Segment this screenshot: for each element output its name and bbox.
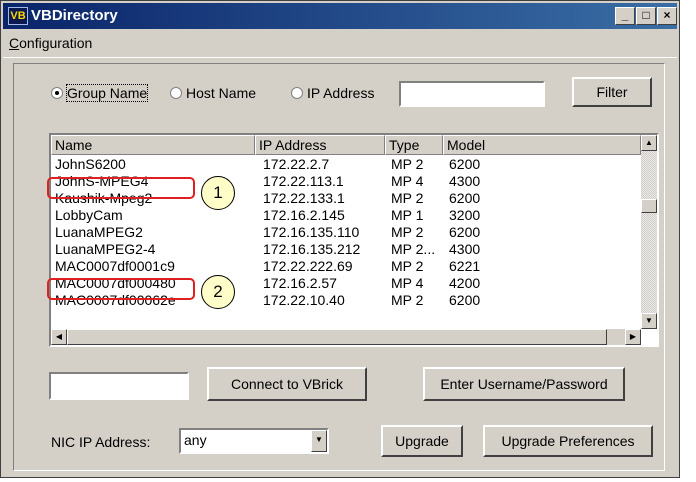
scroll-up-icon[interactable]: ▲ <box>641 135 657 151</box>
table-cell: 6200 <box>449 224 481 240</box>
table-cell: MP 2 <box>391 224 424 240</box>
table-cell: 172.22.2.7 <box>263 156 330 172</box>
vertical-scrollbar[interactable]: ▲ ▼ <box>641 135 657 329</box>
window-title: VBDirectory <box>31 7 118 24</box>
radio-label: Group Name <box>65 84 149 102</box>
radio-label: IP Address <box>307 85 375 101</box>
table-cell: 6200 <box>449 292 481 308</box>
filter-button[interactable]: Filter <box>572 77 652 107</box>
table-cell: MP 4 <box>391 173 424 189</box>
table-cell: 4300 <box>449 241 481 257</box>
enter-credentials-button[interactable]: Enter Username/Password <box>423 367 625 401</box>
callout-highlight-1 <box>47 177 195 199</box>
table-cell: 172.16.2.145 <box>263 207 345 223</box>
scroll-down-icon[interactable]: ▼ <box>641 313 657 329</box>
table-cell: MAC0007df0001c9 <box>55 258 175 274</box>
table-cell: MP 2 <box>391 190 424 206</box>
table-cell: MP 4 <box>391 275 424 291</box>
maximize-button[interactable]: □ <box>636 7 656 25</box>
table-cell: 6200 <box>449 156 481 172</box>
connect-address-input[interactable] <box>49 372 189 400</box>
table-cell: 172.22.133.1 <box>263 190 345 206</box>
table-cell: MP 2 <box>391 258 424 274</box>
callout-number-1: 1 <box>201 176 235 210</box>
column-header-model[interactable]: Model <box>443 135 641 155</box>
radio-label: Host Name <box>186 85 257 101</box>
table-cell: MP 2... <box>391 241 436 257</box>
scroll-thumb[interactable] <box>641 199 657 213</box>
radio-dot <box>170 87 182 99</box>
menu-bar: Configuration <box>3 31 677 58</box>
column-header-name[interactable]: Name <box>51 135 255 155</box>
callout-highlight-2 <box>47 278 195 300</box>
scroll-right-icon[interactable]: ▶ <box>625 329 641 345</box>
table-cell: 172.22.222.69 <box>263 258 353 274</box>
table-cell: 172.22.113.1 <box>263 173 344 189</box>
nic-ip-select[interactable]: any ▼ <box>179 428 329 454</box>
menu-configuration[interactable]: Configuration <box>9 35 92 51</box>
radio-dot <box>291 87 303 99</box>
nic-ip-label: NIC IP Address: <box>51 434 151 450</box>
upgrade-preferences-button[interactable]: Upgrade Preferences <box>483 425 653 457</box>
table-cell: 3200 <box>449 207 481 223</box>
horizontal-scrollbar[interactable]: ◀ ▶ <box>51 329 641 345</box>
table-cell: 172.16.135.212 <box>263 241 361 257</box>
table-cell: JohnS6200 <box>55 156 126 172</box>
vbdirectory-window: VB VBDirectory _ □ × Configuration Group… <box>0 0 680 478</box>
horizontal-scroll-thumb[interactable] <box>67 329 607 345</box>
scroll-left-icon[interactable]: ◀ <box>51 329 67 345</box>
callout-number-2: 2 <box>201 275 235 309</box>
table-cell: 6221 <box>449 258 481 274</box>
table-cell: MP 1 <box>391 207 424 223</box>
table-cell: 4300 <box>449 173 481 189</box>
vb-app-icon: VB <box>8 7 28 25</box>
table-cell: LuanaMPEG2-4 <box>55 241 156 257</box>
table-cell: 172.22.10.40 <box>263 292 345 308</box>
table-cell: MP 2 <box>391 156 424 172</box>
search-input[interactable] <box>399 81 545 107</box>
table-cell: 6200 <box>449 190 481 206</box>
table-cell: LuanaMPEG2 <box>55 224 143 240</box>
minimize-button[interactable]: _ <box>615 7 635 25</box>
chevron-down-icon[interactable]: ▼ <box>311 430 327 452</box>
table-cell: 4200 <box>449 275 481 291</box>
close-button[interactable]: × <box>657 7 677 25</box>
radio-dot <box>51 87 63 99</box>
title-bar[interactable]: VB VBDirectory _ □ × <box>3 3 677 29</box>
table-cell: MP 2 <box>391 292 424 308</box>
upgrade-button[interactable]: Upgrade <box>381 425 463 457</box>
table-cell: 172.16.2.57 <box>263 275 337 291</box>
connect-to-vbrick-button[interactable]: Connect to VBrick <box>207 367 367 401</box>
nic-ip-value: any <box>184 432 207 448</box>
column-header-type[interactable]: Type <box>385 135 443 155</box>
column-header-ip[interactable]: IP Address <box>255 135 385 155</box>
device-list[interactable]: Name IP Address Type Model JohnS6200 172.… <box>49 133 659 347</box>
table-cell: 172.16.135.110 <box>263 224 360 240</box>
